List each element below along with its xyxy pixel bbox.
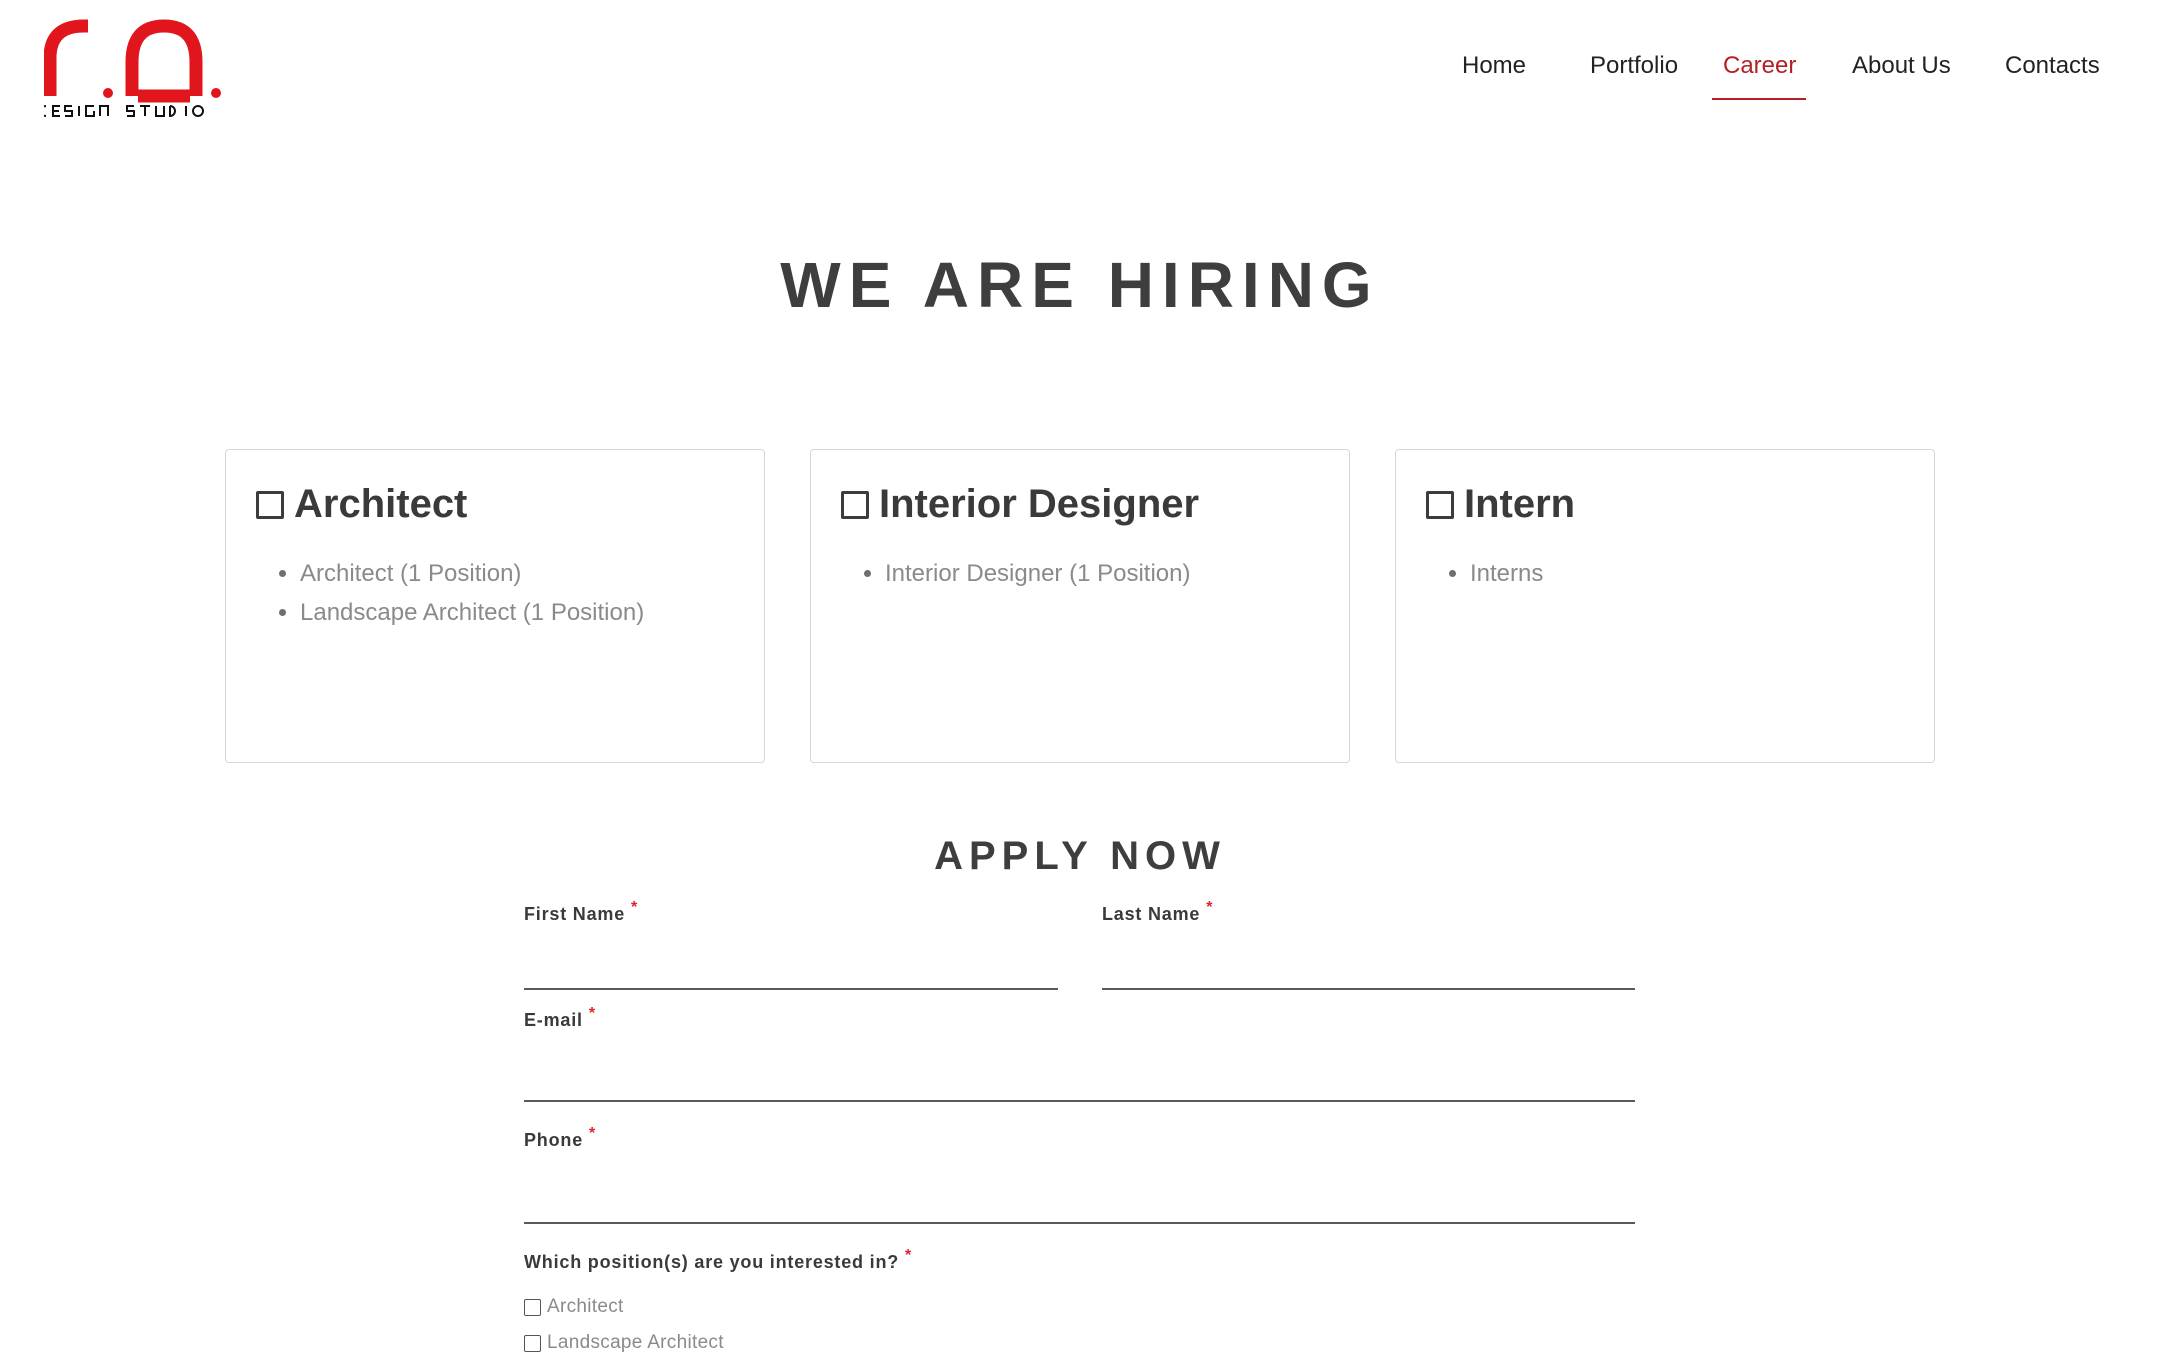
nav-career[interactable]: Career [1723, 52, 1796, 80]
first-name-label: First Name * [524, 899, 638, 925]
phone-label-text: Phone [524, 1130, 584, 1150]
required-mark: * [905, 1247, 913, 1264]
nav-home[interactable]: Home [1462, 52, 1526, 80]
position-list: Architect (1 Position) Landscape Archite… [274, 554, 644, 632]
list-item: Interior Designer (1 Position) [885, 554, 1190, 593]
first-name-label-text: First Name [524, 904, 626, 924]
option-checkbox[interactable] [524, 1298, 541, 1316]
checkbox-icon [256, 490, 284, 519]
first-name-field[interactable] [524, 950, 1058, 990]
phone-label: Phone * [524, 1125, 596, 1151]
list-item: Architect (1 Position) [300, 554, 644, 593]
phone-field[interactable] [524, 1184, 1635, 1224]
email-field[interactable] [524, 1062, 1635, 1102]
job-card-architect: Architect Architect (1 Position) Landsca… [225, 449, 765, 763]
option-checkbox[interactable] [524, 1334, 541, 1352]
checkbox-icon [1426, 490, 1454, 519]
hiring-title: WE ARE HIRING [780, 249, 1380, 321]
position-option-architect[interactable]: Architect [524, 1296, 624, 1318]
card-title: Intern [1464, 482, 1576, 526]
option-label: Landscape Architect [547, 1332, 724, 1353]
job-card-interior-designer: Interior Designer Interior Designer (1 P… [810, 449, 1350, 763]
option-label: Architect [547, 1296, 624, 1317]
active-nav-indicator [1712, 98, 1806, 100]
required-mark: * [631, 899, 639, 916]
nav-contacts[interactable]: Contacts [2005, 52, 2100, 80]
email-label: E-mail * [524, 1005, 596, 1031]
checkbox-icon [841, 490, 869, 519]
required-mark: * [588, 1005, 596, 1022]
job-card-intern: Intern Interns [1395, 449, 1935, 763]
position-question-text: Which position(s) are you interested in? [524, 1252, 900, 1272]
list-item: Interns [1470, 554, 1543, 593]
site-header: Home Portfolio Career About Us Contacts [0, 0, 2160, 140]
last-name-field[interactable] [1102, 950, 1635, 990]
last-name-label: Last Name * [1102, 899, 1213, 925]
last-name-label-text: Last Name [1102, 904, 1201, 924]
position-option-landscape-architect[interactable]: Landscape Architect [524, 1332, 724, 1354]
card-title: Interior Designer [879, 482, 1200, 526]
card-title: Architect [294, 482, 468, 526]
required-mark: * [1206, 899, 1214, 916]
nav-about-us[interactable]: About Us [1852, 52, 1951, 80]
position-list: Interns [1444, 554, 1543, 593]
position-list: Interior Designer (1 Position) [859, 554, 1190, 593]
email-label-text: E-mail [524, 1010, 583, 1030]
apply-title: APPLY NOW [934, 834, 1226, 878]
position-question-label: Which position(s) are you interested in?… [524, 1247, 912, 1273]
required-mark: * [589, 1125, 597, 1142]
site-logo[interactable] [44, 18, 224, 122]
nav-portfolio[interactable]: Portfolio [1590, 52, 1678, 80]
list-item: Landscape Architect (1 Position) [300, 593, 644, 632]
